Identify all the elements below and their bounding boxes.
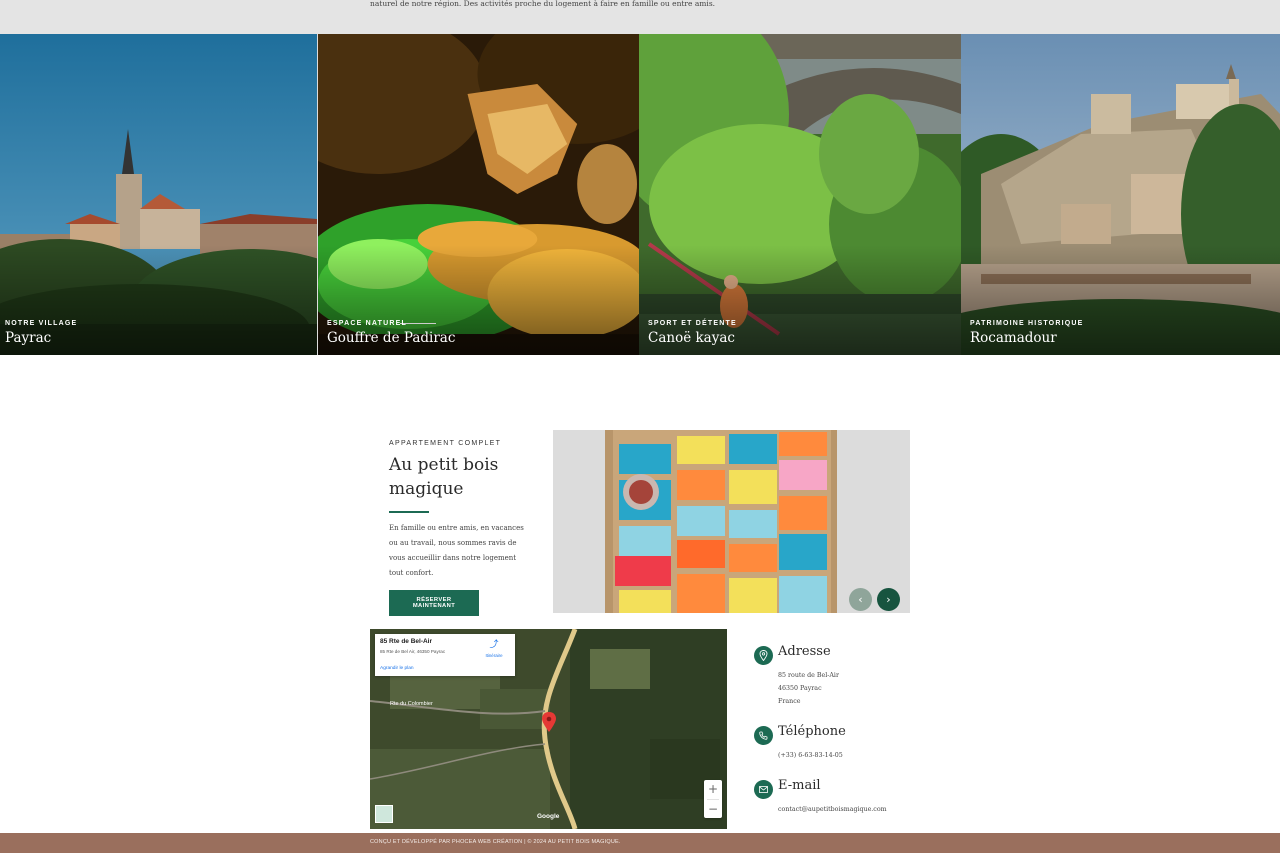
slider-next-button[interactable]: › (877, 588, 900, 611)
map-layer-toggle[interactable] (375, 805, 393, 823)
gallery-card-rocamadour[interactable]: PATRIMOINE HISTORIQUE Rocamadour (961, 34, 1280, 355)
phone-number[interactable]: (+33) 6-63-83-14-05 (778, 749, 843, 762)
map-directions-label: Itinéraire (485, 653, 503, 658)
book-now-button[interactable]: RÉSERVER MAINTENANT (389, 590, 479, 616)
email-heading: E-mail (778, 778, 821, 793)
phone-icon (754, 726, 773, 745)
map-road-label: Rte du Colombier (390, 701, 433, 707)
card-kicker: SPORT ET DÉTENTE (648, 320, 737, 327)
intro-band: naturel de notre région. Des activités p… (0, 0, 1280, 34)
card-kicker: PATRIMOINE HISTORIQUE (970, 320, 1084, 327)
map-zoom-control: + − (704, 780, 722, 818)
map-attribution: Google (537, 813, 560, 820)
location-map[interactable]: Rte du Colombier 85 Rte de Bel-Air 85 Rt… (370, 629, 727, 829)
phone-lines: (+33) 6-63-83-14-05 (778, 749, 843, 762)
apartment-eyebrow: APPARTEMENT COMPLET (389, 440, 502, 447)
address-line: France (778, 698, 801, 705)
gallery-card-padirac[interactable]: ESPACE NATUREL Gouffre de Padirac (317, 34, 639, 355)
chevron-left-icon: ‹ (858, 593, 863, 606)
slider-prev-button[interactable]: ‹ (849, 588, 872, 611)
title-accent-rule (389, 511, 429, 513)
phone-heading: Téléphone (778, 724, 846, 739)
map-zoom-in-button[interactable]: + (704, 780, 722, 799)
address-lines: 85 route de Bel-Air 46350 Payrac France (778, 669, 839, 708)
directions-icon: ⤴ (489, 639, 499, 649)
map-pin-icon (542, 712, 556, 732)
chevron-right-icon: › (886, 593, 891, 606)
card-kicker: ESPACE NATUREL (327, 320, 407, 327)
activities-gallery: NOTRE VILLAGE Payrac ESPACE NATUREL Gouf… (0, 34, 1280, 355)
card-title: Canoë kayac (648, 330, 735, 346)
address-heading: Adresse (778, 644, 831, 659)
footer-credits: CONÇU ET DÉVELOPPÉ PAR PHOCEA WEB CRÉATI… (370, 839, 621, 845)
apartment-title: Au petit bois magique (389, 455, 499, 499)
card-title: Payrac (5, 330, 52, 346)
email-lines: contact@aupetitboismagique.com (778, 803, 887, 816)
apartment-description: En famille ou entre amis, en vacances ou… (389, 524, 524, 577)
card-title: Rocamadour (970, 330, 1057, 346)
intro-text: naturel de notre région. Des activités p… (370, 0, 716, 8)
address-line: 85 route de Bel-Air (778, 672, 839, 679)
apartment-intro: APPARTEMENT COMPLET Au petit bois magiqu… (389, 440, 539, 616)
apartment-photo-slider[interactable] (553, 430, 910, 613)
map-enlarge-link[interactable]: Agrandir le plan (380, 666, 414, 671)
mail-icon (754, 780, 773, 799)
card-title: Gouffre de Padirac (327, 330, 456, 346)
map-pin-icon (754, 646, 773, 665)
card-kicker: NOTRE VILLAGE (5, 320, 78, 327)
map-zoom-out-button[interactable]: − (704, 800, 722, 819)
guestbook-board-image (553, 430, 910, 613)
gallery-card-payrac[interactable]: NOTRE VILLAGE Payrac (0, 34, 317, 355)
map-place-address: 85 Rte de Bel Air, 46350 Payrac (380, 649, 446, 654)
address-line: 46350 Payrac (778, 685, 822, 692)
email-address-link[interactable]: contact@aupetitboismagique.com (778, 803, 887, 816)
map-directions-button[interactable]: ⤴ Itinéraire (479, 639, 509, 658)
map-place-name: 85 Rte de Bel-Air (380, 638, 433, 645)
map-place-card: 85 Rte de Bel-Air 85 Rte de Bel Air, 463… (375, 634, 515, 676)
site-footer: CONÇU ET DÉVELOPPÉ PAR PHOCEA WEB CRÉATI… (0, 833, 1280, 853)
gallery-card-canoe[interactable]: SPORT ET DÉTENTE Canoë kayac (639, 34, 961, 355)
